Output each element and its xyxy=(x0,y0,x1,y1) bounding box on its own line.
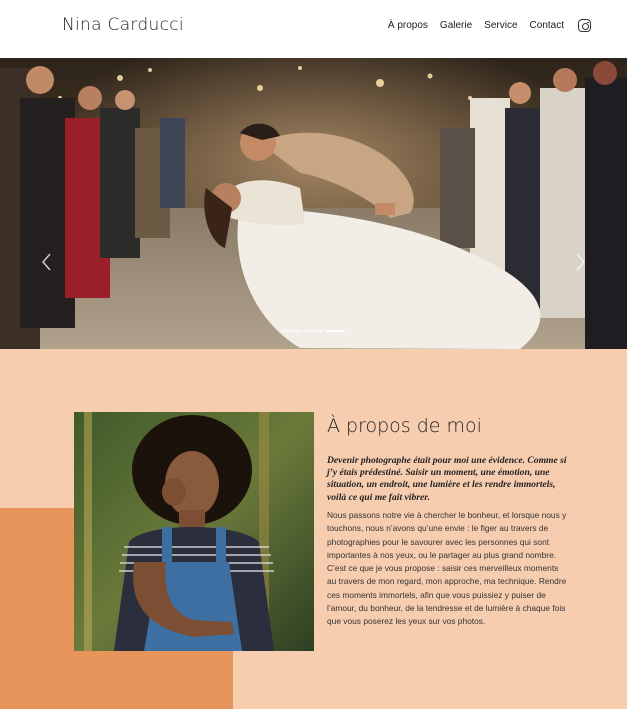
hero-carousel xyxy=(0,58,627,349)
hero-image xyxy=(0,58,627,349)
chevron-left-icon[interactable] xyxy=(40,252,54,272)
portrait-photo xyxy=(74,412,314,651)
nav-item-service[interactable]: Service xyxy=(484,20,517,31)
chevron-right-icon[interactable] xyxy=(573,252,587,272)
carousel-indicators xyxy=(282,330,345,332)
about-section: À propos de moi Devenir photographe étai… xyxy=(0,349,627,709)
nav-item-contact[interactable]: Contact xyxy=(530,20,564,31)
carousel-indicator[interactable] xyxy=(304,330,323,332)
carousel-indicator-active[interactable] xyxy=(326,330,345,332)
nav-item-a-propos[interactable]: À propos xyxy=(388,20,428,31)
about-lead: Devenir photographe était pour moi une é… xyxy=(327,455,567,503)
nav-item-galerie[interactable]: Galerie xyxy=(440,20,472,31)
main-nav: À propos Galerie Service Contact xyxy=(388,19,591,32)
site-header: Nina Carducci À propos Galerie Service C… xyxy=(0,0,627,58)
instagram-icon[interactable] xyxy=(578,19,591,32)
about-body: Nous passons notre vie à chercher le bon… xyxy=(327,510,567,627)
site-title[interactable]: Nina Carducci xyxy=(62,15,184,35)
carousel-indicator[interactable] xyxy=(282,330,301,332)
about-title: À propos de moi xyxy=(327,415,482,437)
